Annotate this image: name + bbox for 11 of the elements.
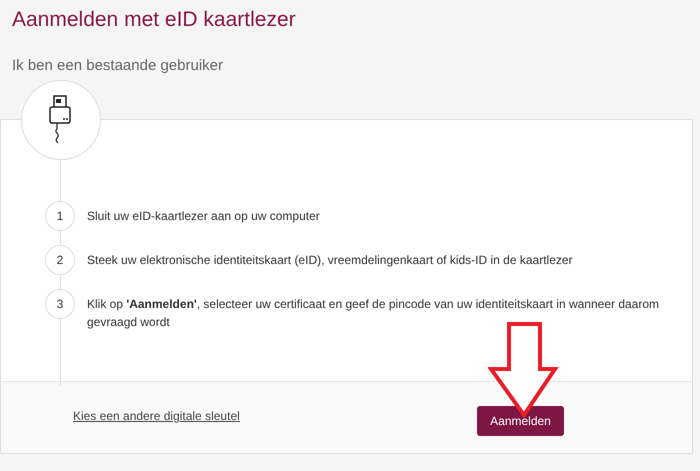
page-title: Aanmelden met eID kaartlezer [12, 7, 297, 33]
step-number: 1 [45, 201, 75, 231]
step-number: 3 [45, 289, 75, 319]
step-text: Klik op 'Aanmelden', selecteer uw certificaat en geef de pincode van uw identiteitskaart in wanneer daarom gevraagd wordt [87, 296, 660, 331]
other-key-link[interactable]: Kies een andere digitale sleutel [73, 409, 240, 423]
step-text: Sluit uw eID-kaartlezer aan op uw computer [87, 208, 320, 225]
step-text: Steek uw elektronische identiteitskaart (eID), vreemdelingenkaart of kids-ID in de kaartlezer [87, 252, 573, 269]
card-reader-icon [48, 95, 74, 145]
step-number: 2 [45, 245, 75, 275]
subtitle: Ik ben een bestaande gebruiker [12, 56, 224, 76]
login-button[interactable]: Aanmelden [477, 406, 564, 436]
